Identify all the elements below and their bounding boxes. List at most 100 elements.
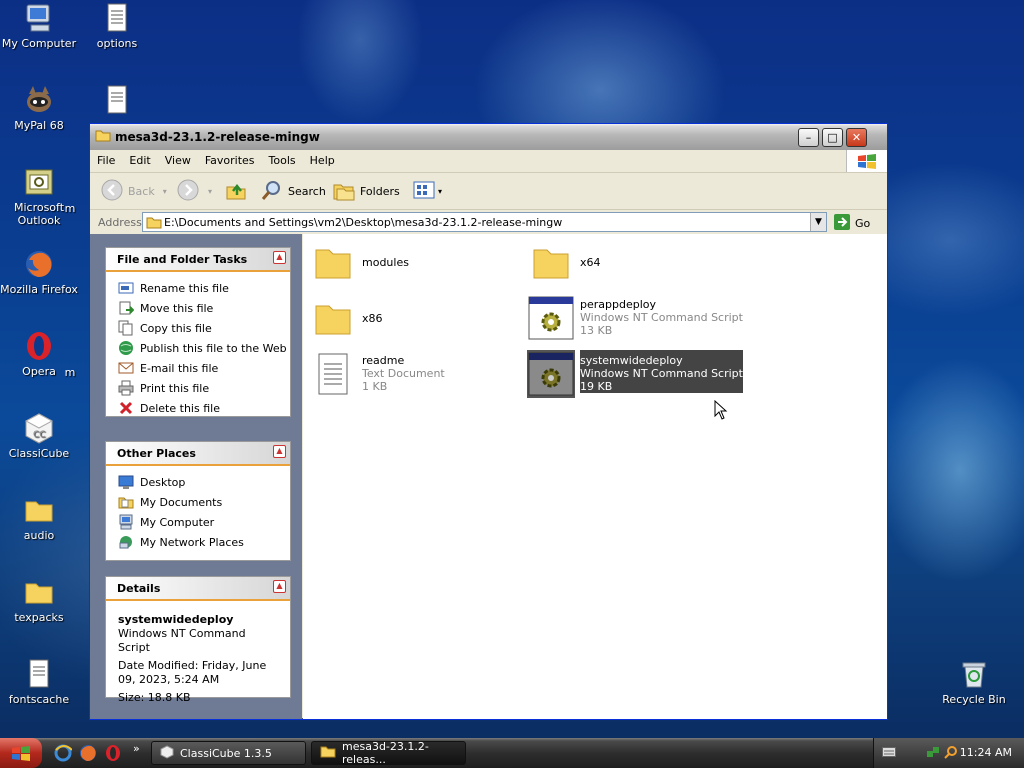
file-name: modules <box>362 256 409 269</box>
menu-help[interactable]: Help <box>303 150 342 172</box>
menu-edit[interactable]: Edit <box>122 150 157 172</box>
task-rename[interactable]: Rename this file <box>118 278 290 298</box>
file-name: x64 <box>580 256 601 269</box>
opera-icon <box>23 330 55 362</box>
menu-favorites[interactable]: Favorites <box>198 150 262 172</box>
folder-icon <box>23 494 55 526</box>
taskbar-button-explorer[interactable]: mesa3d-23.1.2-releas... <box>311 740 466 766</box>
collapse-icon[interactable]: ▲ <box>273 580 286 593</box>
folders-button[interactable]: Folders <box>332 177 400 205</box>
desktop-icon-firefox[interactable]: Mozilla Firefox <box>0 248 79 296</box>
menu-tools[interactable]: Tools <box>262 150 303 172</box>
file-type: Windows NT Command Script <box>580 311 743 324</box>
address-dropdown-button[interactable]: ▼ <box>810 213 826 231</box>
details-modified: Date Modified: Friday, June 09, 2023, 5:… <box>118 659 267 686</box>
panel-header[interactable]: Details ▲ <box>106 577 290 601</box>
other-places-panel: Other Places ▲ Desktop My Documents My C… <box>105 441 291 561</box>
desktop-icon-label: ClassiCube <box>8 447 70 460</box>
collapse-icon[interactable]: ▲ <box>273 251 286 264</box>
views-button[interactable]: ▾ <box>412 177 442 205</box>
file-list[interactable]: modules x64 x86 perappdeploy Windows NT … <box>303 234 887 719</box>
title-bar[interactable]: mesa3d-23.1.2-release-mingw – □ ✕ <box>90 124 887 150</box>
folder-icon <box>146 215 162 232</box>
windows-logo-icon <box>12 746 30 761</box>
close-button[interactable]: ✕ <box>846 128 867 147</box>
desktop-icon-classicube[interactable]: CC ClassiCube <box>0 412 79 460</box>
place-my-documents[interactable]: My Documents <box>118 492 290 512</box>
desktop-icon-mypal[interactable]: MyPal 68 <box>0 84 79 132</box>
opera-quicklaunch-icon[interactable] <box>104 744 122 765</box>
menu-file[interactable]: File <box>90 150 122 172</box>
task-copy[interactable]: Copy this file <box>118 318 290 338</box>
file-name: x86 <box>362 312 383 325</box>
toolbar: Back ▾ ▾ Search Folders ▾ <box>90 173 887 210</box>
address-input[interactable]: E:\Documents and Settings\vm2\Desktop\me… <box>142 212 827 232</box>
go-button[interactable]: Go <box>833 213 870 234</box>
file-item-x86[interactable]: x86 <box>309 294 383 342</box>
desktop-icon-audio[interactable]: audio <box>0 494 79 542</box>
back-button[interactable]: Back ▾ <box>100 177 167 205</box>
desktop-icon-outlook[interactable]: Microsoft Outlook <box>0 166 79 227</box>
desktop-icon-texpacks[interactable]: texpacks <box>0 576 79 624</box>
desktop-icon-label: My Computer <box>1 37 77 50</box>
place-my-computer[interactable]: My Computer <box>118 512 290 532</box>
explorer-window[interactable]: mesa3d-23.1.2-release-mingw – □ ✕ File Ed… <box>89 123 888 720</box>
file-item-modules[interactable]: modules <box>309 238 409 286</box>
text-file-icon <box>23 658 55 690</box>
clock[interactable]: 11:24 AM <box>960 746 1012 759</box>
desktop-icon-fontscache[interactable]: fontscache <box>0 658 79 706</box>
forward-button[interactable]: ▾ <box>176 177 212 205</box>
firefox-quicklaunch-icon[interactable] <box>79 744 97 765</box>
move-icon <box>118 300 134 316</box>
command-script-icon <box>527 294 575 342</box>
search-tray-icon[interactable] <box>944 745 958 762</box>
desktop-icon <box>118 474 134 490</box>
file-item-systemwidedeploy[interactable]: systemwidedeploy Windows NT Command Scri… <box>527 350 743 398</box>
place-desktop[interactable]: Desktop <box>118 472 290 492</box>
window-title: mesa3d-23.1.2-release-mingw <box>115 130 320 144</box>
mypal-icon <box>23 84 55 116</box>
folder-icon <box>309 238 357 286</box>
chevron-down-icon: ▾ <box>438 186 443 196</box>
network-tray-icon[interactable] <box>926 745 940 762</box>
file-size: 13 KB <box>580 324 613 337</box>
maximize-button[interactable]: □ <box>822 128 843 147</box>
task-delete[interactable]: Delete this file <box>118 398 290 418</box>
classicube-icon <box>160 744 174 762</box>
desktop-icon-recycle-bin[interactable]: Recycle Bin <box>934 658 1014 706</box>
back-arrow-icon <box>100 178 124 205</box>
quicklaunch-overflow-icon[interactable]: » <box>133 742 140 755</box>
file-name: perappdeploy <box>580 298 657 311</box>
file-name: systemwidedeploy <box>580 354 683 367</box>
start-button[interactable] <box>0 738 42 768</box>
up-folder-button[interactable] <box>224 177 248 205</box>
mouse-cursor-icon <box>714 399 728 423</box>
menu-view[interactable]: View <box>158 150 198 172</box>
file-name: readme <box>362 354 405 367</box>
place-network[interactable]: My Network Places <box>118 532 290 552</box>
file-item-perappdeploy[interactable]: perappdeploy Windows NT Command Script 1… <box>527 294 743 342</box>
task-print[interactable]: Print this file <box>118 378 290 398</box>
panel-header[interactable]: Other Places ▲ <box>106 442 290 466</box>
taskbar-button-classicube[interactable]: ClassiCube 1.3.5 <box>151 741 306 765</box>
ie-quicklaunch-icon[interactable] <box>54 744 73 765</box>
file-item-x64[interactable]: x64 <box>527 238 601 286</box>
task-move[interactable]: Move this file <box>118 298 290 318</box>
my-computer-icon <box>118 514 134 530</box>
desktop-icon-options[interactable]: options <box>77 2 157 50</box>
keyboard-icon[interactable] <box>882 746 896 761</box>
classicube-icon: CC <box>23 412 55 444</box>
task-email[interactable]: E-mail this file <box>118 358 290 378</box>
desktop-icon-label: options <box>96 37 138 50</box>
panel-header[interactable]: File and Folder Tasks ▲ <box>106 248 290 272</box>
svg-text:CC: CC <box>33 430 46 440</box>
file-item-readme[interactable]: readme Text Document 1 KB <box>309 350 445 398</box>
collapse-icon[interactable]: ▲ <box>273 445 286 458</box>
printer-icon <box>118 380 134 396</box>
desktop-icon-text-file[interactable] <box>77 84 157 119</box>
desktop-icon-my-computer[interactable]: My Computer <box>0 2 79 50</box>
system-tray: 11:24 AM <box>873 738 1024 768</box>
minimize-button[interactable]: – <box>798 128 819 147</box>
search-button[interactable]: Search <box>260 177 326 205</box>
task-publish[interactable]: Publish this file to the Web <box>118 338 290 358</box>
